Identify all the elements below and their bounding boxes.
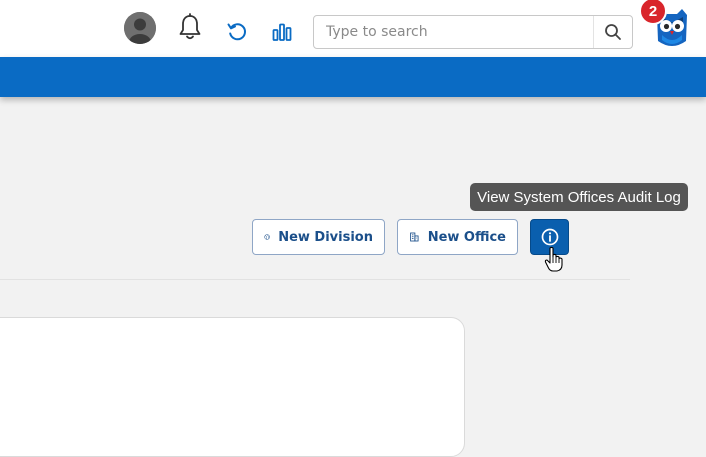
globe-icon bbox=[264, 234, 270, 240]
undo-button[interactable] bbox=[224, 18, 250, 44]
search-input[interactable] bbox=[314, 24, 593, 40]
new-office-label: New Office bbox=[427, 229, 506, 245]
notifications-button[interactable] bbox=[176, 12, 204, 42]
content-panel bbox=[0, 317, 465, 457]
hand-cursor-icon bbox=[544, 246, 563, 272]
search-icon bbox=[605, 24, 621, 40]
bell-icon bbox=[179, 13, 201, 40]
new-office-button[interactable]: New Office bbox=[397, 219, 518, 255]
search-box bbox=[313, 15, 633, 49]
search-button[interactable] bbox=[594, 16, 632, 48]
new-division-button[interactable]: New Division bbox=[252, 219, 385, 255]
section-divider bbox=[0, 279, 630, 280]
top-header: 2 bbox=[0, 0, 706, 57]
new-division-label: New Division bbox=[278, 229, 373, 245]
info-icon bbox=[541, 228, 558, 246]
stats-button[interactable] bbox=[270, 20, 294, 44]
bar-chart-icon bbox=[272, 23, 292, 41]
undo-icon bbox=[227, 23, 246, 41]
audit-log-tooltip: View System Offices Audit Log bbox=[470, 183, 688, 211]
avatar-icon bbox=[124, 12, 156, 44]
building-icon bbox=[410, 232, 419, 242]
navigation-bar bbox=[0, 57, 706, 97]
user-avatar[interactable] bbox=[124, 12, 156, 44]
